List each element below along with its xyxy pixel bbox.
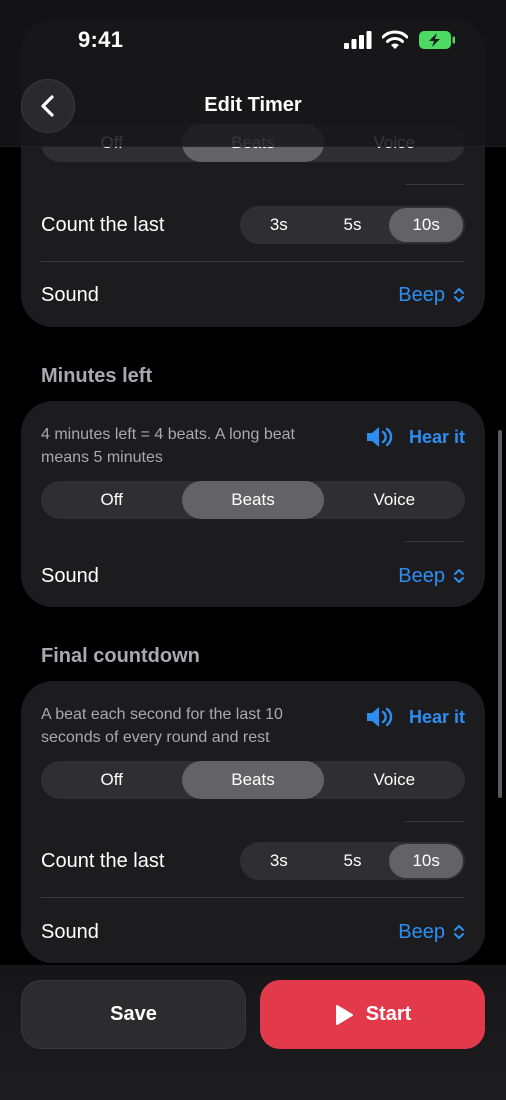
start-label: Start [365,1003,412,1025]
count-option-10s[interactable]: 10s [389,208,464,242]
chevron-up-down-icon [454,569,464,583]
segment-off[interactable]: Off [41,481,182,519]
segment-beats[interactable]: Beats [182,761,324,799]
save-button[interactable]: Save [21,980,246,1049]
hear-it-label: Hear it [408,426,465,447]
hear-it-button[interactable]: Hear it [365,425,465,449]
count-option-5s[interactable]: 5s [316,208,390,242]
divider [41,897,465,898]
sound-row: Sound Beep [41,280,465,310]
sound-label: Sound [41,920,99,943]
sound-value: Beep [398,564,445,587]
sound-value: Beep [398,283,445,306]
count-the-last-segment[interactable]: 3s 5s 10s [240,842,465,880]
count-the-last-label: Count the last [41,213,165,236]
start-button[interactable]: Start [260,980,485,1049]
chevron-up-down-icon [454,925,464,939]
play-icon [335,1004,353,1025]
battery-charging-icon [419,31,455,49]
sound-picker[interactable]: Beep [398,284,465,307]
speaker-icon [366,427,393,447]
final-countdown-card: A beat each second for the last 10 secon… [21,681,485,963]
count-option-3s[interactable]: 3s [242,208,316,242]
wifi-icon [382,30,408,49]
segment-voice[interactable]: Voice [324,761,465,799]
status-bar: 9:41 [0,0,506,80]
final-countdown-description: A beat each second for the last 10 secon… [41,706,283,746]
segment-beats[interactable]: Beats [182,481,324,519]
minutes-left-card: 4 minutes left = 4 beats. A long beat me… [21,401,485,607]
cellular-signal-icon [344,31,372,49]
final-countdown-mode-segment[interactable]: Off Beats Voice [41,761,465,799]
status-time: 9:41 [78,27,124,52]
minutes-left-description: 4 minutes left = 4 beats. A long beat me… [41,426,295,466]
sound-label: Sound [41,564,99,587]
save-label: Save [110,1003,157,1025]
chevron-up-down-icon [454,288,464,302]
status-icons [344,30,456,50]
count-the-last-label: Count the last [41,849,165,872]
divider [41,261,465,262]
hear-it-label: Hear it [408,706,465,727]
sound-picker[interactable]: Beep [398,921,465,944]
count-the-last-segment[interactable]: 3s 5s 10s [240,206,465,244]
count-option-5s[interactable]: 5s [316,844,390,878]
final-countdown-title: Final countdown [41,645,200,667]
sound-picker[interactable]: Beep [398,565,465,588]
sound-row: Sound Beep [41,561,465,591]
divider [405,184,465,185]
sound-value: Beep [398,920,445,943]
segment-off[interactable]: Off [41,761,182,799]
segment-voice[interactable]: Voice [324,481,465,519]
minutes-left-mode-segment[interactable]: Off Beats Voice [41,481,465,519]
divider [405,821,465,822]
sound-row: Sound Beep [41,917,465,947]
hear-it-button[interactable]: Hear it [365,705,465,729]
count-option-10s[interactable]: 10s [389,844,464,878]
scrollbar[interactable] [498,430,502,798]
page-title: Edit Timer [204,94,302,116]
divider [405,541,465,542]
count-option-3s[interactable]: 3s [242,844,316,878]
minutes-left-title: Minutes left [41,365,153,387]
sound-label: Sound [41,283,99,306]
speaker-icon [366,707,393,727]
